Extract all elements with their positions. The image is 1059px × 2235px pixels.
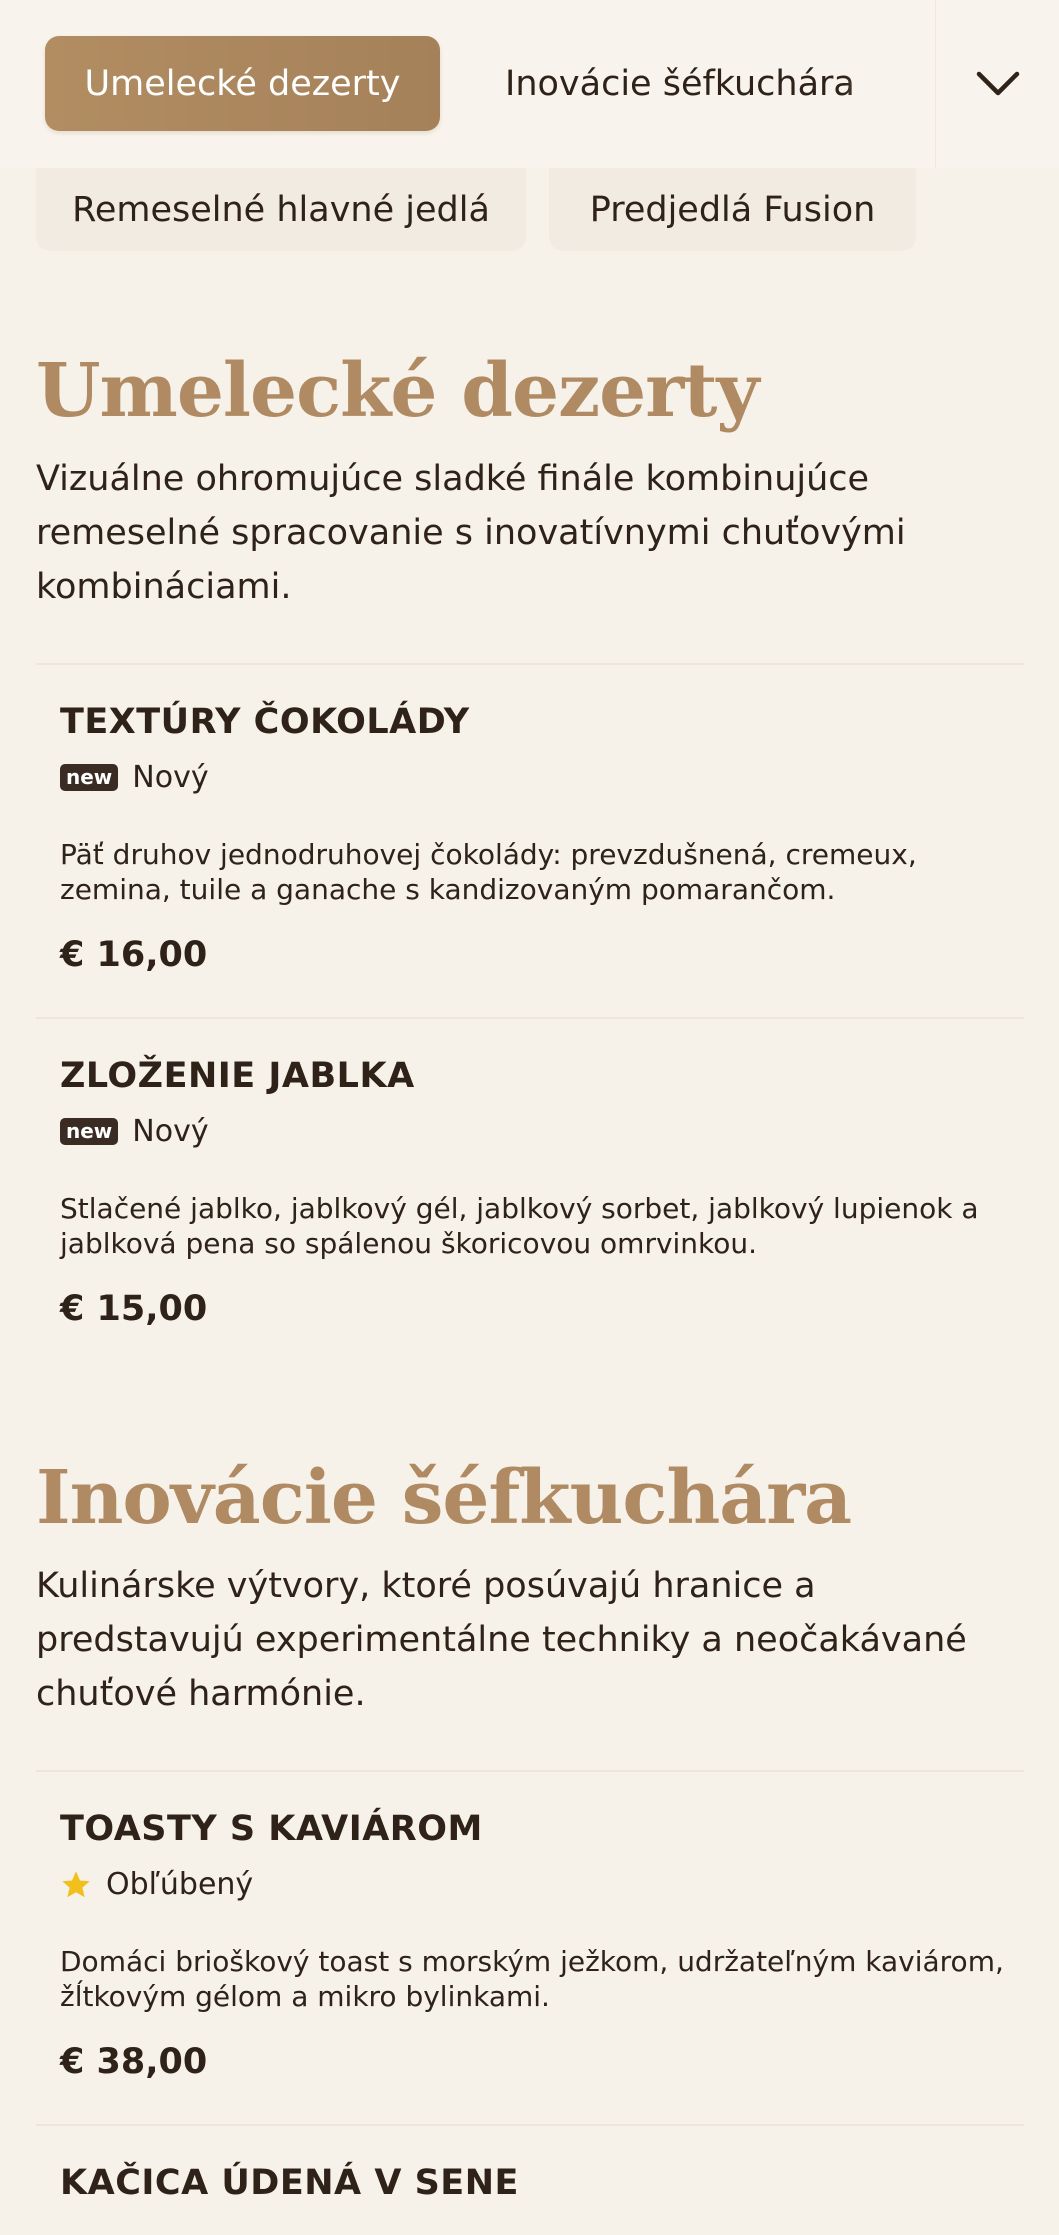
- item-badge: Obľúbený: [60, 1867, 1020, 1902]
- tab-remeselne-hlavne-jedla[interactable]: Remeselné hlavné jedlá: [36, 168, 526, 251]
- item-price: € 15,00: [60, 1289, 208, 1329]
- item-name: KAČICA ÚDENÁ V SENE: [60, 2163, 519, 2203]
- menu-item[interactable]: TOASTY S KAVIÁROM Obľúbený Domáci briošk…: [60, 1809, 1020, 2082]
- badge-label: Obľúbený: [106, 1867, 254, 1902]
- menu-item[interactable]: ZLOŽENIE JABLKA new Nový Stlačené jablko…: [60, 1056, 1020, 1329]
- section-title: Umelecké dezerty: [36, 348, 759, 434]
- tab-fade-overlay: [845, 36, 905, 131]
- item-badge: new Nový: [60, 760, 1020, 795]
- new-icon: new: [60, 764, 119, 791]
- item-price: € 16,00: [60, 935, 208, 975]
- menu-item[interactable]: TEXTÚRY ČOKOLÁDY new Nový Päť druhov jed…: [60, 702, 1020, 975]
- divider: [36, 1770, 1024, 1772]
- new-icon: new: [60, 1118, 119, 1145]
- badge-label: Nový: [132, 1114, 209, 1149]
- section-description: Kulinárske výtvory, ktoré posúvajú hrani…: [36, 1566, 967, 1714]
- category-tab-bar: Umelecké dezerty Inovácie šéfkuchára: [0, 0, 1059, 168]
- item-description: Stlačené jablko, jablkový gél, jablkový …: [60, 1192, 979, 1260]
- categories-dropdown-button[interactable]: [935, 0, 1059, 168]
- item-description: Domáci brioškový toast s morským ježkom,…: [60, 1945, 1004, 2013]
- item-badge: new Nový: [60, 1114, 1020, 1149]
- item-name: TOASTY S KAVIÁROM: [60, 1809, 483, 1849]
- section-title: Inovácie šéfkuchára: [36, 1455, 852, 1541]
- tab-predjedla-fusion[interactable]: Predjedlá Fusion: [549, 168, 916, 251]
- item-description: Päť druhov jednodruhovej čokolády: prevz…: [60, 838, 917, 906]
- item-name: ZLOŽENIE JABLKA: [60, 1056, 415, 1096]
- star-icon: [62, 1870, 90, 1897]
- divider: [36, 1017, 1024, 1019]
- badge-label: Nový: [132, 760, 209, 795]
- item-name: TEXTÚRY ČOKOLÁDY: [60, 702, 470, 742]
- item-price: € 38,00: [60, 2042, 208, 2082]
- chevron-down-icon: [976, 71, 1020, 96]
- tab-label: Inovácie šéfkuchára: [505, 63, 855, 104]
- divider: [36, 663, 1024, 665]
- section-description: Vizuálne ohromujúce sladké finále kombin…: [36, 459, 906, 607]
- divider: [36, 2124, 1024, 2126]
- tab-umelecke-dezerty[interactable]: Umelecké dezerty: [45, 36, 440, 131]
- menu-item[interactable]: KAČICA ÚDENÁ V SENE: [60, 2163, 1020, 2203]
- tab-inovacie-sefkuchara[interactable]: Inovácie šéfkuchára: [505, 36, 905, 131]
